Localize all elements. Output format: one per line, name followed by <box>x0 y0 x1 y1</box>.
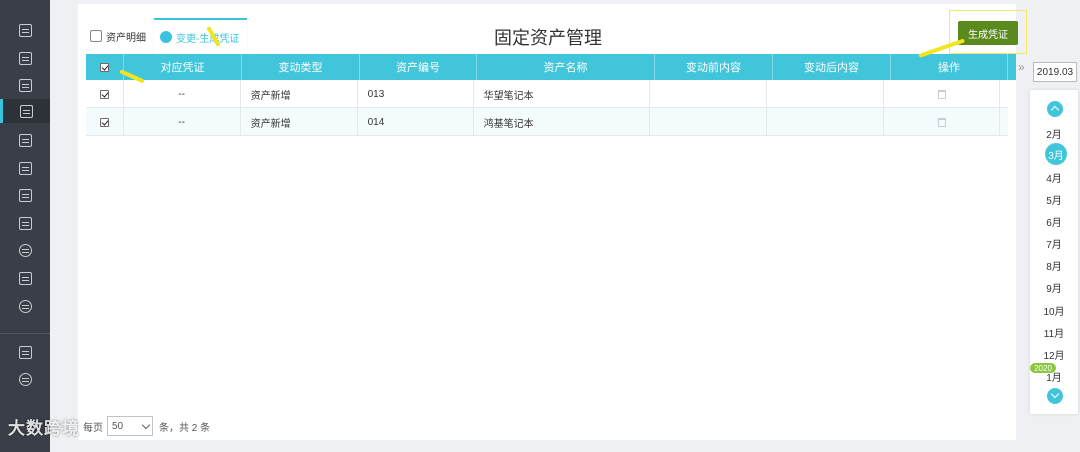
voucher-cell: -- <box>124 108 241 136</box>
chevron-down-icon <box>141 420 151 429</box>
sidebar-item-report[interactable] <box>0 266 50 290</box>
column-header: 变动类型 <box>242 54 360 80</box>
month-item[interactable]: 6月 <box>1030 214 1078 229</box>
delete-icon[interactable] <box>937 117 946 127</box>
per-page-value: 50 <box>112 420 124 432</box>
row-select-cell[interactable] <box>86 108 124 136</box>
sidebar-item-yuan[interactable] <box>0 46 50 70</box>
list-icon <box>18 23 32 37</box>
action-cell <box>884 108 1001 136</box>
table-row[interactable]: -- 资产新增 013 华望笔记本 <box>86 80 1008 108</box>
yuan-icon <box>18 51 32 65</box>
tab-bar: 资产明细 变更-生成凭证 <box>84 18 248 54</box>
sidebar-item-settings[interactable] <box>0 294 50 318</box>
month-item[interactable]: 5月 <box>1030 192 1078 207</box>
sidebar-divider <box>0 333 50 334</box>
month-item[interactable]: 10月 <box>1030 303 1078 318</box>
column-header: 对应凭证 <box>124 54 242 80</box>
coins-icon <box>18 243 32 257</box>
delete-icon[interactable] <box>937 89 946 99</box>
column-header: 操作 <box>891 54 1008 80</box>
type-cell: 资产新增 <box>241 80 358 108</box>
collapse-icon[interactable]: » <box>1018 60 1025 74</box>
page-title: 固定资产管理 <box>494 28 602 48</box>
building-icon <box>20 104 33 118</box>
current-period[interactable]: 2019.03 <box>1033 62 1077 82</box>
type-cell: 资产新增 <box>241 108 358 136</box>
sidebar-item-book[interactable] <box>0 156 50 180</box>
highlight-box: 生成凭证 <box>949 10 1027 54</box>
sidebar-item-chart[interactable] <box>0 73 50 97</box>
scroll-up-icon[interactable] <box>1047 101 1063 117</box>
month-item[interactable]: 11月 <box>1030 325 1078 340</box>
column-header: 资产名称 <box>477 54 655 80</box>
name-cell: 鸿基笔记本 <box>474 108 651 136</box>
report-icon <box>18 271 32 285</box>
column-header: 变动前内容 <box>655 54 773 80</box>
main-panel: 资产明细 变更-生成凭证 固定资产管理 生成凭证 对应凭证 变动类型 资产编号 … <box>78 4 1027 440</box>
sidebar <box>0 0 50 452</box>
month-item-selected[interactable]: 3月 <box>1045 143 1067 165</box>
sidebar-item-play[interactable] <box>0 340 50 364</box>
sidebar-item-gauge[interactable] <box>0 367 50 391</box>
scroll-down-icon[interactable] <box>1047 388 1063 404</box>
code-cell: 013 <box>358 80 474 108</box>
gauge-icon <box>18 372 32 386</box>
generate-voucher-button[interactable]: 生成凭证 <box>958 21 1018 45</box>
chart-icon <box>18 78 32 92</box>
select-all-cell[interactable] <box>86 54 124 80</box>
total-count: 条，共 2 条 <box>159 422 211 434</box>
archive-icon <box>18 188 32 202</box>
month-item[interactable]: 1月 <box>1030 369 1078 384</box>
column-header: 变动后内容 <box>773 54 891 80</box>
book-icon <box>18 161 32 175</box>
table-row[interactable]: -- 资产新增 014 鸿基笔记本 <box>86 108 1008 136</box>
sidebar-item-image[interactable] <box>0 211 50 235</box>
month-item[interactable]: 9月 <box>1030 280 1078 295</box>
document-icon <box>90 30 102 42</box>
row-checkbox[interactable] <box>99 117 109 127</box>
sidebar-item-coins[interactable] <box>0 238 50 262</box>
sidebar-item-assets[interactable] <box>0 99 50 123</box>
before-cell <box>650 80 768 108</box>
month-item[interactable]: 4月 <box>1030 170 1078 185</box>
per-page-select[interactable]: 50 <box>107 416 153 436</box>
pagination: 每页 50 条，共 2 条 <box>83 416 210 436</box>
month-item[interactable]: 7月 <box>1030 236 1078 251</box>
settings-icon <box>18 299 32 313</box>
name-cell: 华望笔记本 <box>474 80 651 108</box>
after-cell <box>767 108 885 136</box>
sidebar-item-archive[interactable] <box>0 183 50 207</box>
sidebar-item-calendar[interactable] <box>0 128 50 152</box>
select-all-checkbox[interactable] <box>100 62 109 72</box>
after-cell <box>767 80 885 108</box>
month-item[interactable]: 12月 <box>1030 347 1078 362</box>
column-header: 资产编号 <box>360 54 477 80</box>
code-cell: 014 <box>358 108 474 136</box>
edit-icon <box>160 31 172 43</box>
month-picker: 2月 3月 4月 5月 6月 7月 8月 9月 10月 11月 12月 2020… <box>1030 90 1078 414</box>
tab-change-voucher[interactable]: 变更-生成凭证 <box>154 18 248 54</box>
tab-asset-detail[interactable]: 资产明细 <box>84 18 154 54</box>
table-header: 对应凭证 变动类型 资产编号 资产名称 变动前内容 变动后内容 操作 <box>86 54 1016 80</box>
month-item[interactable]: 2月 <box>1030 126 1078 141</box>
voucher-cell: -- <box>124 80 241 108</box>
per-page-label: 每页 <box>83 422 103 434</box>
row-select-cell[interactable] <box>86 80 124 108</box>
row-checkbox[interactable] <box>99 89 109 99</box>
calendar-icon <box>18 133 32 147</box>
image-icon <box>18 216 32 230</box>
action-cell <box>884 80 1001 108</box>
play-icon <box>18 345 32 359</box>
sidebar-item-list[interactable] <box>0 18 50 42</box>
tab-label: 资产明细 <box>106 32 146 44</box>
before-cell <box>650 108 768 136</box>
watermark: 大数跨境 <box>8 419 80 438</box>
month-item[interactable]: 8月 <box>1030 258 1078 273</box>
